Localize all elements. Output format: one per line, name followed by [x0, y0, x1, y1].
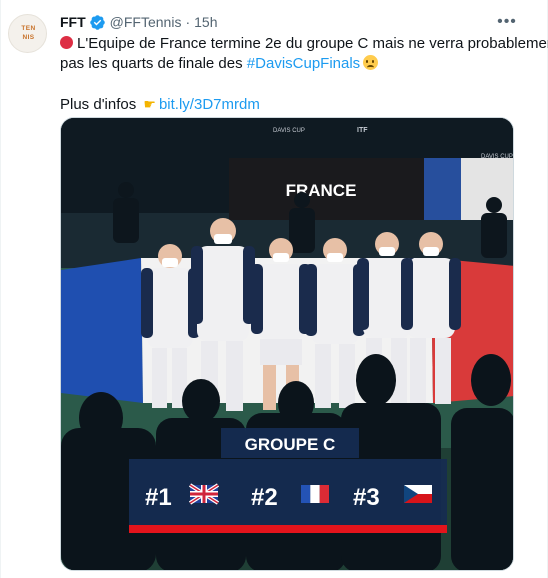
red-circle-icon	[60, 36, 73, 49]
verified-badge-icon	[89, 14, 105, 30]
avatar[interactable]: TEN NIS	[8, 14, 47, 53]
separator-dot: ·	[185, 14, 191, 30]
pointing-hand-icon: ☛	[143, 96, 156, 112]
sponsor-1: DAVIS CUP	[273, 128, 305, 134]
text-line-3-prefix: Plus d'infos	[60, 96, 141, 113]
more-icon: •••	[497, 13, 517, 30]
group-title: GROUPE C	[245, 435, 336, 454]
sad-face-icon	[363, 55, 379, 70]
tweet-header: FFT @FFTennis · 15h	[60, 12, 217, 32]
czech-flag-icon	[404, 485, 432, 503]
tweet-text-spacer	[60, 74, 520, 94]
tweet-photo[interactable]: FRANCE DAVIS CUP ITF DAVIS CUP GROUPE C …	[60, 117, 514, 571]
france-flag-icon	[301, 485, 329, 503]
more-options-button[interactable]: •••	[495, 10, 519, 34]
tweet-text-line-3: Plus d'infos ☛ bit.ly/3D7mrdm	[60, 94, 520, 115]
fft-logo-icon: TEN NIS	[18, 22, 39, 46]
rank-1-label: #1	[145, 484, 172, 511]
rank-3-label: #3	[353, 484, 380, 511]
rank-2-label: #2	[251, 484, 278, 511]
url-link[interactable]: bit.ly/3D7mrdm	[159, 96, 260, 113]
author-name[interactable]: FFT	[60, 14, 86, 30]
author-handle[interactable]: @FFTennis	[110, 14, 182, 30]
sponsor-2: ITF	[357, 127, 368, 134]
tweet-text: L'Equipe de France termine 2e du groupe …	[60, 34, 548, 115]
hashtag-link[interactable]: #DavisCupFinals	[247, 55, 360, 72]
text-line-2-prefix: pas les quarts de finale des	[60, 55, 247, 72]
team-photo-image: FRANCE DAVIS CUP ITF DAVIS CUP GROUPE C …	[61, 118, 513, 570]
avatar-text-top: TEN	[21, 25, 36, 32]
tweet-text-line-2: pas les quarts de finale des #DavisCupFi…	[60, 54, 520, 74]
tweet-text-line-1: L'Equipe de France termine 2e du groupe …	[60, 34, 548, 54]
avatar-text-bottom: NIS	[22, 34, 35, 41]
tweet-time[interactable]: 15h	[194, 14, 217, 30]
uk-flag-icon	[188, 483, 220, 505]
tweet-card[interactable]: TEN NIS FFT @FFTennis · 15h ••• L'Equipe…	[0, 0, 548, 578]
text-line-1: L'Equipe de France termine 2e du groupe …	[77, 35, 548, 52]
sponsor-3: DAVIS CUP	[481, 154, 513, 160]
